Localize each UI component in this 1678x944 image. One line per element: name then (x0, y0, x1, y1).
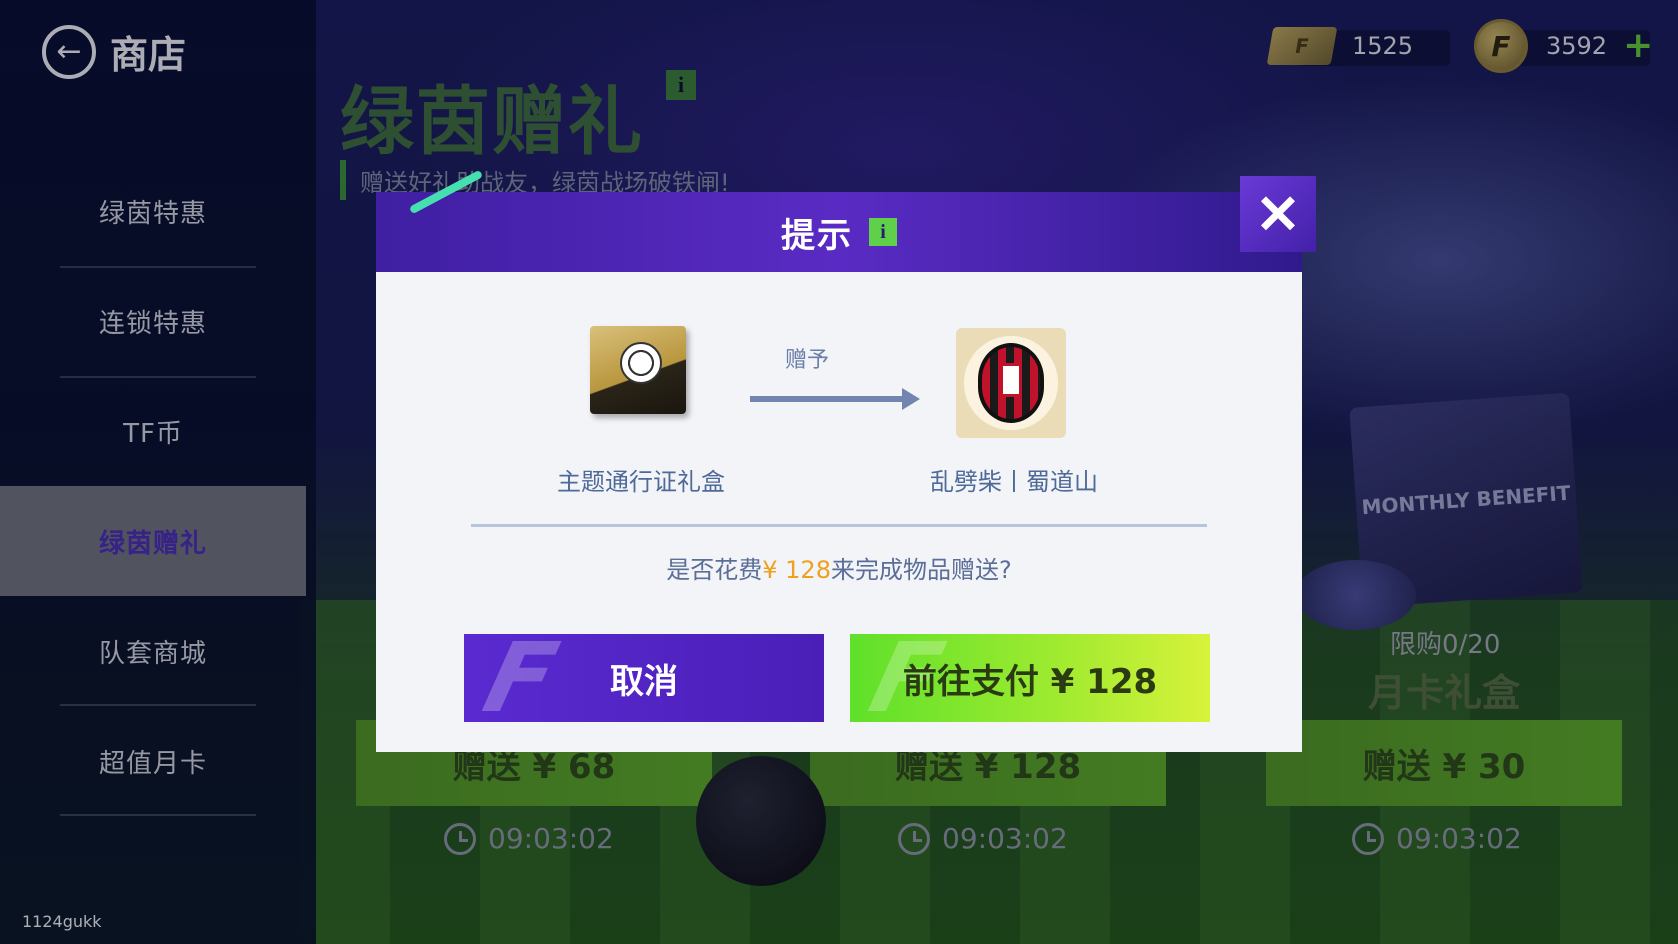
gift-arrow-label: 赠予 (784, 348, 829, 373)
divider (471, 524, 1207, 527)
brand-f-mark: F (474, 634, 568, 722)
recipient-name: 乱劈柴丨蜀道山 (930, 468, 1098, 496)
gift-item-name: 主题通行证礼盒 (557, 468, 725, 496)
pay-label: 前往支付 ¥ 128 (902, 661, 1158, 702)
info-icon[interactable]: i (869, 218, 897, 246)
club-badge-icon (978, 343, 1044, 423)
gift-item-image (590, 320, 690, 420)
recipient-avatar (956, 328, 1066, 438)
gift-confirm-dialog: 提示 i 赠予 主题通行证礼盒 乱劈柴丨蜀道山 是否花费¥ 128来完成物品赠送… (376, 169, 1302, 752)
cancel-label: 取消 (610, 661, 678, 702)
question-prefix: 是否花费 (666, 556, 763, 584)
pass-gift-box-icon (590, 326, 686, 414)
question-suffix: 来完成物品赠送? (830, 556, 1012, 584)
arrow-head (902, 388, 920, 410)
cancel-button[interactable]: F 取消 (464, 634, 824, 722)
pay-button[interactable]: F 前往支付 ¥ 128 (850, 634, 1210, 722)
arrow-right-icon (750, 396, 906, 402)
confirm-question: 是否花费¥ 128来完成物品赠送? (376, 550, 1302, 585)
close-icon[interactable]: ✕ (1240, 176, 1316, 252)
dialog-header: 提示 i (376, 169, 1302, 272)
question-price: ¥ 128 (762, 556, 831, 584)
dialog-title: 提示 (781, 215, 853, 256)
